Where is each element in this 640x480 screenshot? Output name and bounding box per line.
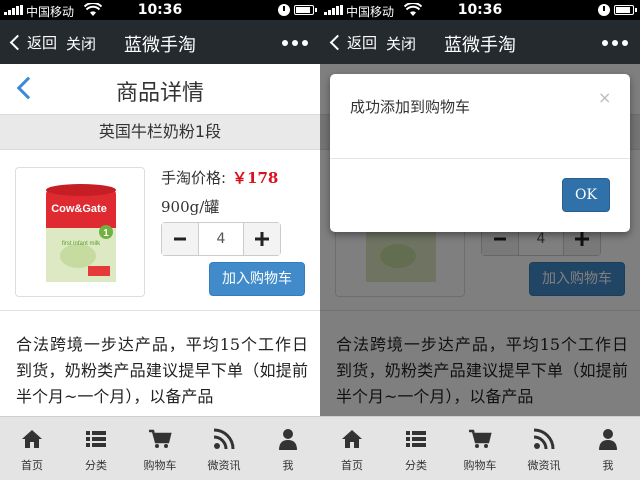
home-icon [22, 430, 42, 448]
status-bar: 中国移动 10:36 [320, 0, 640, 20]
dialog-close-icon[interactable]: × [598, 88, 611, 107]
tab-label: 购物车 [143, 459, 177, 472]
add-to-cart-button[interactable]: 加入购物车 [209, 262, 305, 296]
dialog-divider [330, 158, 630, 159]
tab-category[interactable]: 分类 [64, 417, 128, 480]
wechat-nav-bar: 返回 关闭 蓝微手淘 [0, 20, 320, 64]
dialog-ok-button[interactable]: OK [562, 178, 610, 212]
can-brand: Cow&Gate [51, 203, 107, 215]
tab-home[interactable]: 首页 [0, 417, 64, 480]
product-name: 英国牛栏奶粉1段 [0, 114, 320, 150]
nav-close-button[interactable]: 关闭 [66, 33, 96, 54]
chevron-left-icon [9, 34, 26, 50]
tab-label: 微资讯 [207, 459, 241, 472]
nav-back-label: 返回 [347, 33, 378, 52]
tab-label: 购物车 [463, 459, 497, 472]
can-label: first infant milk [62, 241, 101, 247]
tab-home[interactable]: 首页 [320, 417, 384, 480]
formula-can-illustration: 1 Cow&Gate first infant milk [46, 184, 116, 282]
decrease-quantity-button[interactable] [162, 223, 199, 255]
minus-icon [174, 237, 186, 241]
cart-icon [469, 429, 492, 448]
nav-back-label: 返回 [27, 33, 58, 52]
tab-news[interactable]: 微资讯 [192, 417, 256, 480]
tab-news[interactable]: 微资讯 [512, 417, 576, 480]
list-icon [406, 431, 426, 447]
tab-label: 我 [602, 459, 614, 472]
page-content: 商品详情 英国牛栏奶粉1段 1 Cow&Gate first infant mi… [0, 64, 320, 416]
status-bar: 中国移动 10:36 [0, 0, 320, 20]
price-value: ￥178 [232, 169, 279, 187]
product-image[interactable]: 1 Cow&Gate first infant milk [15, 167, 145, 297]
quantity-input[interactable]: 4 [199, 223, 243, 255]
tab-label: 首页 [21, 459, 43, 472]
tab-label: 分类 [405, 459, 427, 472]
tab-cart[interactable]: 购物车 [448, 417, 512, 480]
user-icon [279, 429, 297, 450]
tab-me[interactable]: 我 [256, 417, 320, 480]
rss-icon [533, 428, 555, 450]
quantity-stepper: 4 [161, 222, 281, 256]
product-description: 合法跨境一步达产品，平均15个工作日到货，奶粉类产品建议提早下单（如提前半个月~… [16, 335, 308, 406]
status-time: 10:36 [137, 2, 183, 18]
rss-icon [213, 428, 235, 450]
page-header: 商品详情 [0, 64, 320, 114]
product-spec: 900g/罐 [161, 198, 220, 216]
tab-label: 微资讯 [527, 459, 561, 472]
tab-category[interactable]: 分类 [384, 417, 448, 480]
nav-back-button[interactable]: 返回 [328, 31, 377, 53]
divider [0, 310, 320, 311]
phone-screen-product-detail: 中国移动 10:36 返回 关闭 蓝微手淘 商品详情 英国牛栏奶粉1段 1 Co… [0, 0, 320, 480]
dialog-message: 成功添加到购物车 [350, 98, 471, 116]
tab-label: 我 [282, 459, 294, 472]
tab-label: 首页 [341, 459, 363, 472]
chevron-left-icon [329, 34, 346, 50]
bottom-tab-bar: 首页 分类 购物车 微资讯 我 [0, 416, 320, 480]
nav-back-button[interactable]: 返回 [8, 31, 57, 53]
phone-screen-cart-confirmation: 中国移动 10:36 返回 关闭 蓝微手淘 商品详情 英国牛栏奶粉1段 [320, 0, 640, 480]
tab-me[interactable]: 我 [576, 417, 640, 480]
page-title: 商品详情 [115, 81, 204, 106]
plus-icon [255, 232, 269, 246]
can-stage: 1 [103, 228, 109, 239]
price-label: 手淘价格: [161, 169, 227, 187]
modal-backdrop[interactable]: 成功添加到购物车 × OK [320, 64, 640, 416]
cart-success-dialog: 成功添加到购物车 × OK [330, 74, 630, 232]
user-icon [599, 429, 617, 450]
alarm-clock-icon [598, 4, 610, 16]
price-row: 手淘价格: ￥178 [161, 167, 278, 188]
more-menu-icon[interactable] [602, 40, 628, 46]
nav-close-button[interactable]: 关闭 [386, 33, 416, 54]
bottom-tab-bar: 首页 分类 购物车 微资讯 我 [320, 416, 640, 480]
increase-quantity-button[interactable] [243, 223, 280, 255]
wechat-nav-bar: 返回 关闭 蓝微手淘 [320, 20, 640, 64]
tab-label: 分类 [85, 459, 107, 472]
battery-icon [614, 5, 637, 15]
battery-icon [294, 5, 317, 15]
alarm-clock-icon [278, 4, 290, 16]
status-time: 10:36 [457, 2, 503, 18]
list-icon [86, 431, 106, 447]
more-menu-icon[interactable] [282, 40, 308, 46]
tab-cart[interactable]: 购物车 [128, 417, 192, 480]
home-icon [342, 430, 362, 448]
cart-icon [149, 429, 172, 448]
